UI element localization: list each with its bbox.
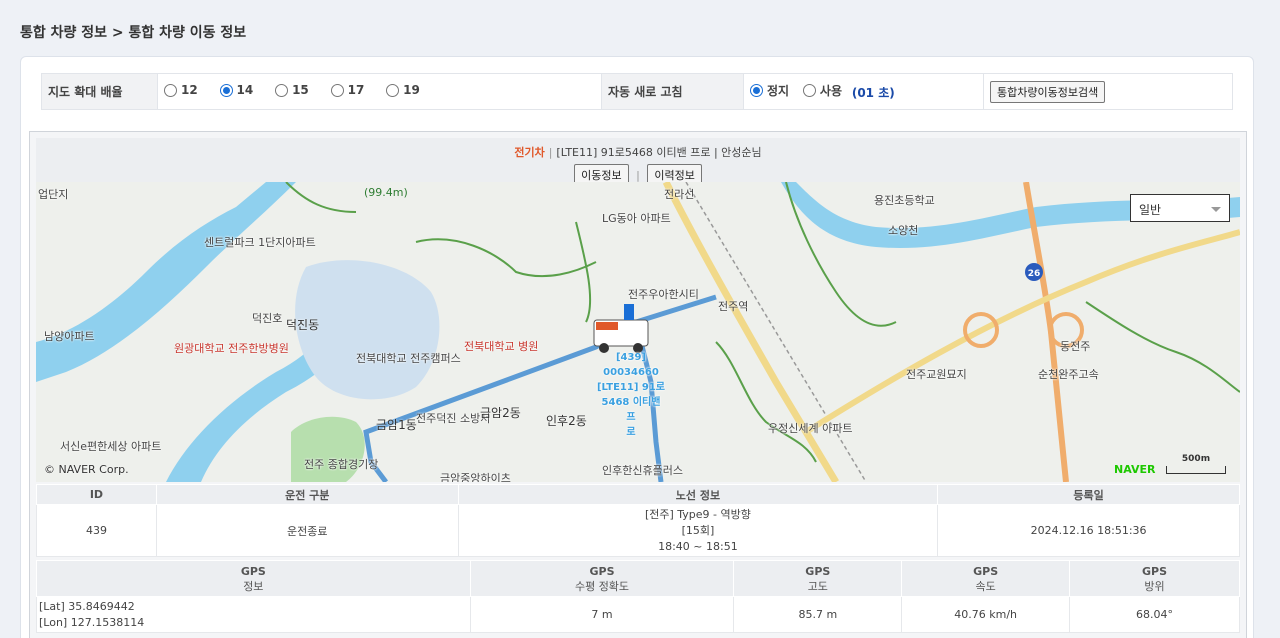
poi-label: 전주교원묘지 — [906, 368, 967, 381]
poi-label: 남양아파트 — [44, 330, 95, 343]
park — [291, 416, 365, 482]
radio-checked-icon — [219, 83, 233, 97]
poi-label: 인후한신휴플러스 — [602, 464, 683, 477]
route-table: ID 운전 구분 노선 정보 등록일 439 운전종료 [전주] Type9 -… — [36, 484, 1240, 557]
poi-label: 용진초등학교 — [874, 194, 935, 207]
breadcrumb: 통합 차량 정보 > 통합 차량 이동 정보 — [20, 25, 247, 41]
vehicle-type: 전기차 — [514, 146, 545, 159]
area-label: 덕진동 — [286, 318, 320, 332]
poi-label: 소양천 — [888, 224, 919, 237]
column-header: GPS 수평 정확도 — [469, 560, 735, 597]
zoom-radio-17[interactable]: 17 — [330, 83, 364, 97]
poi-label: 덕진호 — [252, 312, 283, 325]
zoom-label: 지도 확대 배율 — [41, 73, 158, 110]
hospital-label: 원광대학교 전주한방병원 — [174, 342, 289, 355]
id-cell: 439 — [36, 504, 157, 557]
search-button[interactable]: 통합차량이동정보검색 — [990, 80, 1106, 103]
zoom-radio-12[interactable]: 12 — [164, 83, 198, 97]
column-header: GPS 방위 — [1069, 560, 1240, 597]
route-cell: [전주] Type9 - 역방향 [15회] 18:40 ~ 18:51 — [457, 504, 939, 557]
refresh-use-radio[interactable]: 사용 — [802, 82, 842, 99]
poi-label: 전북대학교 전주캠퍼스 — [356, 352, 461, 365]
table-row: [Lat] 35.8469442 [Lon] 127.1538114 7 m 8… — [36, 596, 1240, 633]
poi-label: 서신e편한세상 아파트 — [60, 440, 162, 453]
table-row: 439 운전종료 [전주] Type9 - 역방향 [15회] 18:40 ~ … — [36, 504, 1240, 557]
poi-label: 센트럴파크 1단지아파트 — [204, 236, 316, 249]
column-header: 등록일 — [937, 484, 1240, 505]
column-header: GPS 속도 — [901, 560, 1071, 597]
column-header: GPS 고도 — [733, 560, 903, 597]
chevron-down-icon — [1211, 207, 1221, 212]
speed-cell: 40.76 km/h — [901, 596, 1071, 633]
poi-label: 동전주 — [1060, 340, 1091, 353]
map-type-select[interactable]: 일반 — [1130, 194, 1230, 222]
highway-number: 26 — [1028, 269, 1041, 279]
gps-coords-cell: [Lat] 35.8469442 [Lon] 127.1538114 — [36, 596, 471, 633]
area-label: 인후2동 — [546, 414, 587, 428]
vehicle-header: 전기차 | [LTE11] 91로5468 이티밴 프로 | 안성순님 이동정보 |… — [36, 138, 1240, 186]
vehicle-view: 전기차 | [LTE11] 91로5468 이티밴 프로 | 안성순님 이동정보 |… — [29, 131, 1247, 638]
search-cell: 통합차량이동정보검색 — [983, 73, 1233, 110]
radio-icon — [330, 83, 344, 97]
column-header: GPS 정보 — [36, 560, 471, 597]
column-header: 노선 정보 — [457, 484, 939, 505]
poi-label: LG동아 아파트 — [602, 212, 671, 225]
vehicle-map-label: [439] 00034660 [LTE11] 91로 5468 이티밴 프 로 — [596, 352, 666, 438]
poi-label: 금암중앙하이츠 — [440, 472, 511, 482]
refresh-label: 자동 새로 고침 — [601, 73, 744, 110]
poi-label: 전주우아한시티 — [628, 288, 699, 301]
refresh-options: 정지 사용 (01 초) — [743, 73, 984, 110]
poi-label: 전주 종합경기장 — [304, 458, 379, 471]
map-copyright: © NAVER Corp. — [44, 463, 129, 476]
distance-label: (99.4m) — [364, 186, 408, 199]
date-cell: 2024.12.16 18:51:36 — [937, 504, 1240, 557]
column-header: ID — [36, 484, 157, 505]
poi-label: 우정신세계 아파트 — [768, 422, 853, 435]
drive-cell: 운전종료 — [155, 504, 459, 557]
hospital-label: 전북대학교 병원 — [464, 340, 539, 353]
options-table: 지도 확대 배율 12 14 15 17 19 자동 새로 고침 정지 사용 (… — [41, 73, 1233, 110]
poi-label: 업단지 — [38, 188, 69, 201]
poi-label: 전주역 — [718, 300, 749, 313]
refresh-interval: (01 초) — [851, 86, 895, 100]
altitude-cell: 85.7 m — [733, 596, 903, 633]
zoom-radio-14[interactable]: 14 — [219, 83, 253, 97]
zoom-radio-19[interactable]: 19 — [386, 83, 420, 97]
accuracy-cell: 7 m — [469, 596, 735, 633]
refresh-stop-radio[interactable]: 정지 — [750, 82, 789, 99]
area-label: 금암1동 — [376, 418, 417, 432]
gps-table: GPS 정보 GPS 수평 정확도 GPS 고도 GPS 속도 GPS 방위 [Lat] … — [36, 560, 1240, 633]
heading-cell: 68.04° — [1069, 596, 1240, 633]
map-scale: 500m — [1166, 454, 1226, 474]
content-panel: 지도 확대 배율 12 14 15 17 19 자동 새로 고침 정지 사용 (… — [20, 56, 1254, 638]
radio-icon — [164, 83, 177, 97]
zoom-options: 12 14 15 17 19 — [157, 73, 602, 110]
zoom-radio-15[interactable]: 15 — [275, 83, 309, 97]
radio-checked-icon — [750, 84, 763, 97]
radio-icon — [802, 84, 816, 97]
road-label: 전라선 — [664, 188, 695, 201]
naver-logo: NAVER — [1114, 463, 1156, 476]
vehicle-detail: [LTE11] 91로5468 이티밴 프로 | 안성순님 — [556, 146, 762, 159]
column-header: 운전 구분 — [155, 484, 459, 505]
area-label: 금암2동 — [480, 406, 521, 420]
map[interactable]: 26 업단지 센트럴파크 1단지아파트 덕진호 남양아파트 LG동아 아파트 전… — [36, 182, 1240, 482]
road-label: 순천완주고속 — [1038, 368, 1099, 381]
radio-icon — [275, 83, 289, 97]
ev-charge-icon — [624, 304, 634, 320]
radio-icon — [386, 83, 400, 97]
